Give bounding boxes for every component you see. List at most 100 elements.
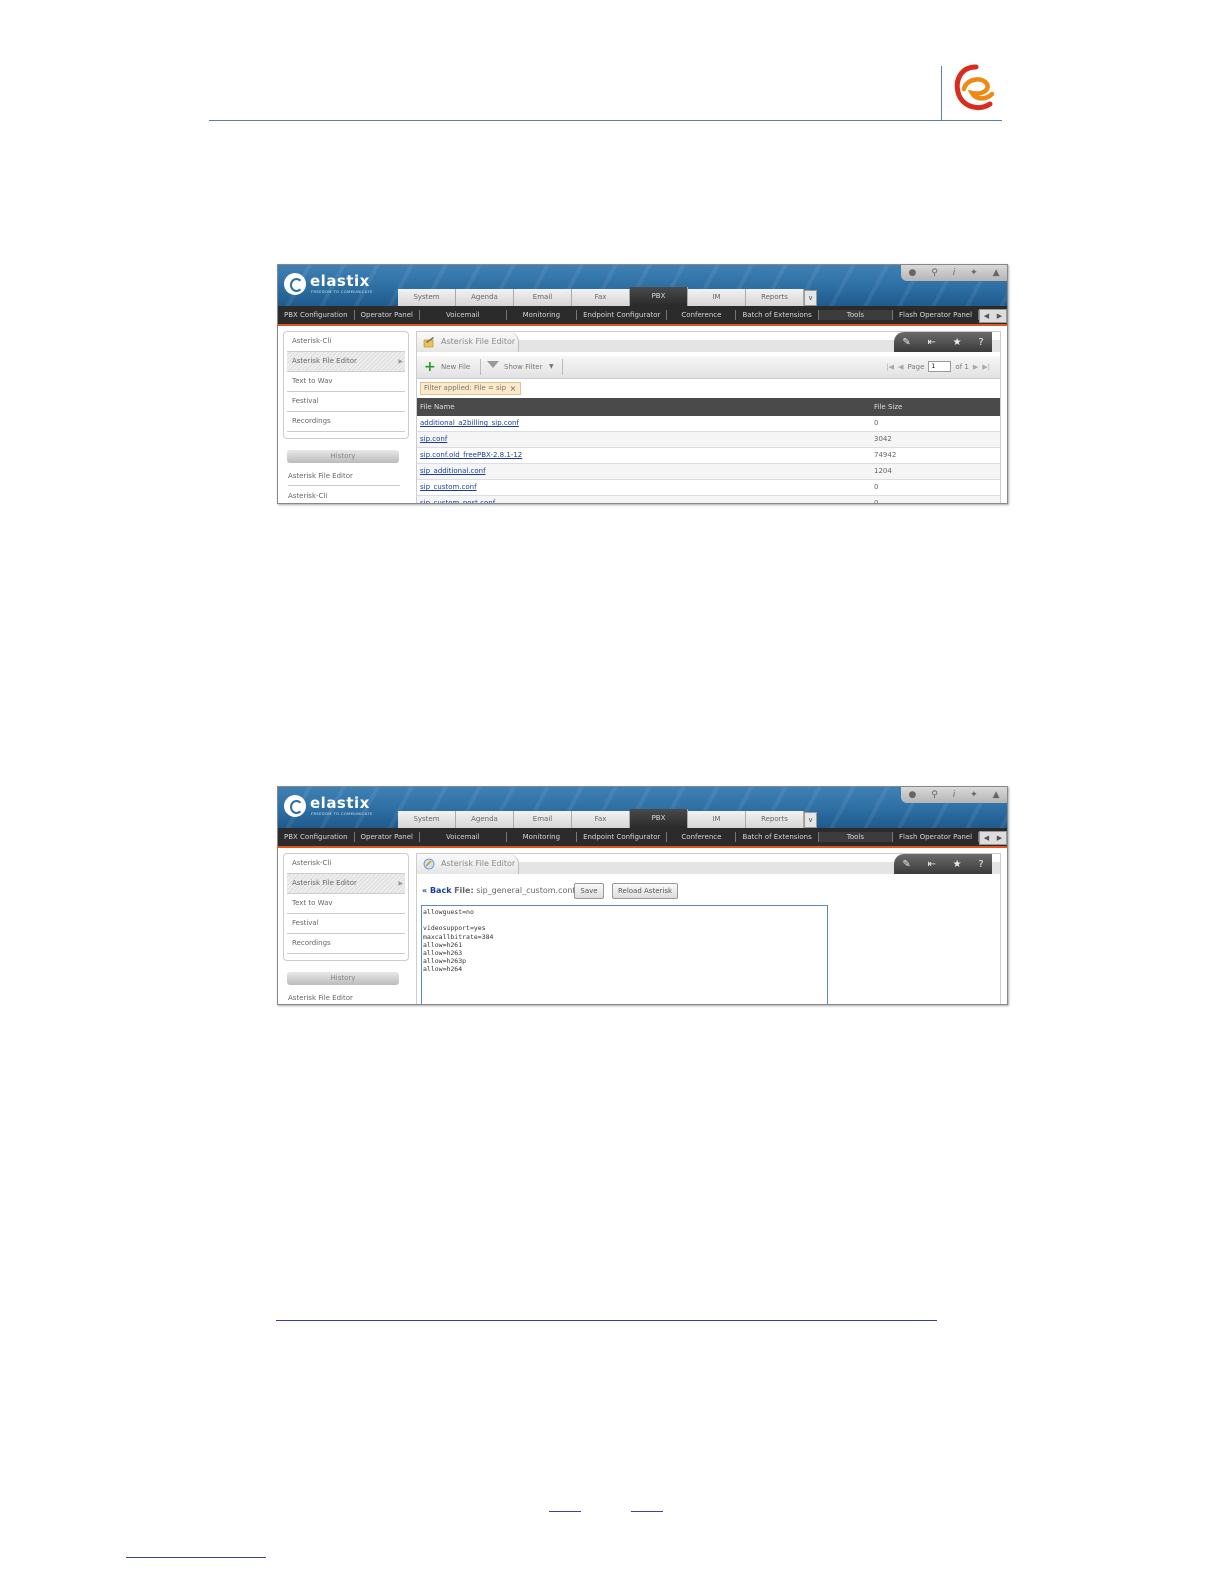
module-tools: ✎ ⇤ ★ ? xyxy=(894,854,992,874)
edit-icon[interactable]: ✎ xyxy=(902,859,910,870)
tab-system[interactable]: System xyxy=(398,811,456,828)
prev-page-icon[interactable]: ◀ xyxy=(898,363,903,371)
page-input[interactable] xyxy=(928,361,952,372)
file-link[interactable]: additional_a2billing_sip.conf xyxy=(420,416,519,431)
brand-tagline: FREEDOM TO COMMUNICATE xyxy=(311,812,373,816)
search-icon[interactable]: ⚲ xyxy=(931,790,938,800)
puzzle-icon[interactable]: ✦ xyxy=(970,790,978,800)
first-page-icon[interactable]: |◀ xyxy=(886,363,894,371)
plus-icon[interactable]: + xyxy=(424,360,436,374)
file-link[interactable]: sip_custom_post.conf xyxy=(420,496,495,503)
subnav-monitoring[interactable]: Monitoring xyxy=(507,832,578,842)
tab-fax[interactable]: Fax xyxy=(572,289,630,306)
tab-pbx[interactable]: PBX xyxy=(630,809,688,828)
file-link[interactable]: sip.conf.old_freePBX-2.8.1-12 xyxy=(420,448,522,463)
tab-fax[interactable]: Fax xyxy=(572,811,630,828)
column-file-size[interactable]: File Size xyxy=(874,398,902,416)
tab-pbx[interactable]: PBX xyxy=(630,287,688,306)
tab-email[interactable]: Email xyxy=(514,811,572,828)
scroll-left-icon[interactable]: ◀ xyxy=(980,310,993,322)
subnav-batch-of-extensions[interactable]: Batch of Extensions xyxy=(736,310,819,320)
file-content-editor[interactable]: allowguest=no videosupport=yes maxcallbi… xyxy=(421,905,828,1004)
sub-nav: PBX Configuration Operator Panel Voicema… xyxy=(278,306,1007,326)
close-icon[interactable]: × xyxy=(508,383,518,394)
subnav-flash-operator-panel[interactable]: Flash Operator Panel xyxy=(893,310,980,320)
scroll-right-icon[interactable]: ▶ xyxy=(993,310,1006,322)
file-label: File: xyxy=(454,886,474,895)
new-file-button[interactable]: New File xyxy=(441,363,470,371)
reload-asterisk-button[interactable]: Reload Asterisk xyxy=(612,883,678,899)
sidebar-item-asterisk-cli[interactable]: Asterisk-Cli xyxy=(287,854,405,874)
file-link[interactable]: sip_custom.conf xyxy=(420,480,477,495)
tab-reports[interactable]: Reports xyxy=(746,811,804,828)
sidebar-item-festival[interactable]: Festival xyxy=(287,392,405,412)
scroll-right-icon[interactable]: ▶ xyxy=(993,832,1006,844)
tab-im[interactable]: IM xyxy=(688,289,746,306)
sidebar-item-asterisk-cli[interactable]: Asterisk-Cli xyxy=(287,332,405,352)
help-icon[interactable]: ? xyxy=(978,337,983,348)
sidebar: Asterisk-Cli Asterisk File Editor Text t… xyxy=(283,331,409,439)
info-icon[interactable]: i xyxy=(953,790,956,800)
file-link[interactable]: sip_additional.conf xyxy=(420,464,486,479)
file-link[interactable]: sip.conf xyxy=(420,432,447,447)
sidebar-item-text-to-wav[interactable]: Text to Wav xyxy=(287,372,405,392)
help-icon[interactable]: ? xyxy=(978,859,983,870)
subnav-operator-panel[interactable]: Operator Panel xyxy=(355,832,420,842)
subnav-endpoint-configurator[interactable]: Endpoint Configurator xyxy=(577,832,668,842)
next-page-icon[interactable]: ▶ xyxy=(973,363,978,371)
history-item[interactable]: Asterisk File Editor xyxy=(288,467,400,486)
history-item[interactable]: Asterisk-Cli xyxy=(288,487,400,503)
tab-system[interactable]: System xyxy=(398,289,456,306)
subnav-batch-of-extensions[interactable]: Batch of Extensions xyxy=(736,832,819,842)
scroll-left-icon[interactable]: ◀ xyxy=(980,832,993,844)
star-icon[interactable]: ★ xyxy=(953,337,962,348)
app-header: elastix FREEDOM TO COMMUNICATE System Ag… xyxy=(278,787,1007,828)
drop-icon[interactable]: ● xyxy=(908,790,916,800)
tab-reports[interactable]: Reports xyxy=(746,289,804,306)
edit-icon[interactable]: ✎ xyxy=(902,337,910,348)
save-button[interactable]: Save xyxy=(574,883,604,899)
back-link[interactable]: « Back xyxy=(422,886,452,895)
subnav-flash-operator-panel[interactable]: Flash Operator Panel xyxy=(893,832,980,842)
subnav-operator-panel[interactable]: Operator Panel xyxy=(355,310,420,320)
user-icon[interactable]: ▲ xyxy=(993,268,1000,278)
search-icon[interactable]: ⚲ xyxy=(931,268,938,278)
tab-agenda[interactable]: Agenda xyxy=(456,811,514,828)
caret-down-icon[interactable]: ▼ xyxy=(549,363,554,370)
tab-im[interactable]: IM xyxy=(688,811,746,828)
drop-icon[interactable]: ● xyxy=(908,268,916,278)
tab-email[interactable]: Email xyxy=(514,289,572,306)
subnav-voicemail[interactable]: Voicemail xyxy=(420,832,507,842)
add-bookmark-icon[interactable]: ⇤ xyxy=(927,337,935,348)
history-header: History xyxy=(287,972,399,985)
user-icon[interactable]: ▲ xyxy=(993,790,1000,800)
tab-agenda[interactable]: Agenda xyxy=(456,289,514,306)
sidebar-item-asterisk-file-editor[interactable]: Asterisk File Editor xyxy=(287,352,405,372)
subnav-pbx-configuration[interactable]: PBX Configuration xyxy=(278,832,355,842)
info-icon[interactable]: i xyxy=(953,268,956,278)
filter-icon[interactable] xyxy=(487,361,499,368)
sidebar-item-recordings[interactable]: Recordings xyxy=(287,934,405,954)
sidebar-item-text-to-wav[interactable]: Text to Wav xyxy=(287,894,405,914)
subnav-endpoint-configurator[interactable]: Endpoint Configurator xyxy=(577,310,668,320)
puzzle-icon[interactable]: ✦ xyxy=(970,268,978,278)
sidebar-item-asterisk-file-editor[interactable]: Asterisk File Editor xyxy=(287,874,405,894)
subnav-monitoring[interactable]: Monitoring xyxy=(507,310,578,320)
subnav-tools[interactable]: Tools xyxy=(818,832,894,842)
subnav-pbx-configuration[interactable]: PBX Configuration xyxy=(278,310,355,320)
last-page-icon[interactable]: ▶| xyxy=(982,363,990,371)
history-item[interactable]: Asterisk File Editor xyxy=(288,989,400,1004)
subnav-conference[interactable]: Conference xyxy=(667,310,737,320)
sidebar-item-recordings[interactable]: Recordings xyxy=(287,412,405,432)
subnav-tools[interactable]: Tools xyxy=(818,310,894,320)
subnav-conference[interactable]: Conference xyxy=(667,832,737,842)
sidebar-item-festival[interactable]: Festival xyxy=(287,914,405,934)
chevron-down-icon[interactable]: ∨ xyxy=(804,290,817,306)
add-bookmark-icon[interactable]: ⇤ xyxy=(927,859,935,870)
subnav-voicemail[interactable]: Voicemail xyxy=(420,310,507,320)
column-file-name[interactable]: File Name xyxy=(420,398,455,416)
show-filter-button[interactable]: Show Filter xyxy=(504,363,542,371)
header-icon-box: ● ⚲ i ✦ ▲ xyxy=(901,787,1007,803)
star-icon[interactable]: ★ xyxy=(953,859,962,870)
chevron-down-icon[interactable]: ∨ xyxy=(804,812,817,828)
